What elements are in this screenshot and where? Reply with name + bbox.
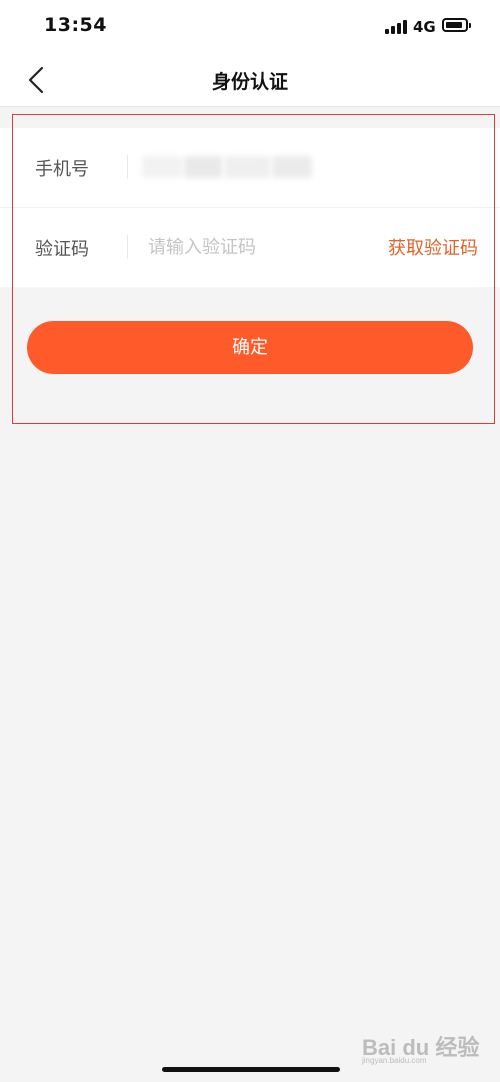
network-label: 4G	[413, 18, 436, 36]
cellular-signal-icon	[385, 20, 407, 34]
watermark: Bai du 经验 jingyan.baidu.com	[362, 1030, 492, 1065]
row-divider	[127, 155, 128, 179]
page-title: 身份认证	[211, 71, 288, 93]
status-bar: 13:54 4G	[0, 0, 500, 54]
status-time: 13:54	[44, 14, 107, 36]
get-code-button[interactable]: 获取验证码	[388, 234, 478, 260]
battery-icon	[442, 18, 471, 32]
row-divider	[127, 235, 128, 259]
phone-number-value-redacted	[138, 156, 314, 178]
confirm-button[interactable]: 确定	[27, 321, 473, 374]
code-label: 验证码	[35, 239, 89, 260]
verification-code-input[interactable]	[148, 230, 363, 264]
home-indicator[interactable]	[162, 1067, 340, 1072]
code-row: 验证码 获取验证码	[0, 208, 500, 287]
phone-label: 手机号	[35, 159, 89, 180]
verification-form: 手机号 验证码 获取验证码	[0, 128, 500, 287]
nav-bar: 身份认证	[0, 54, 500, 107]
watermark-sub: jingyan.baidu.com	[362, 1056, 427, 1065]
phone-row: 手机号	[0, 128, 500, 208]
